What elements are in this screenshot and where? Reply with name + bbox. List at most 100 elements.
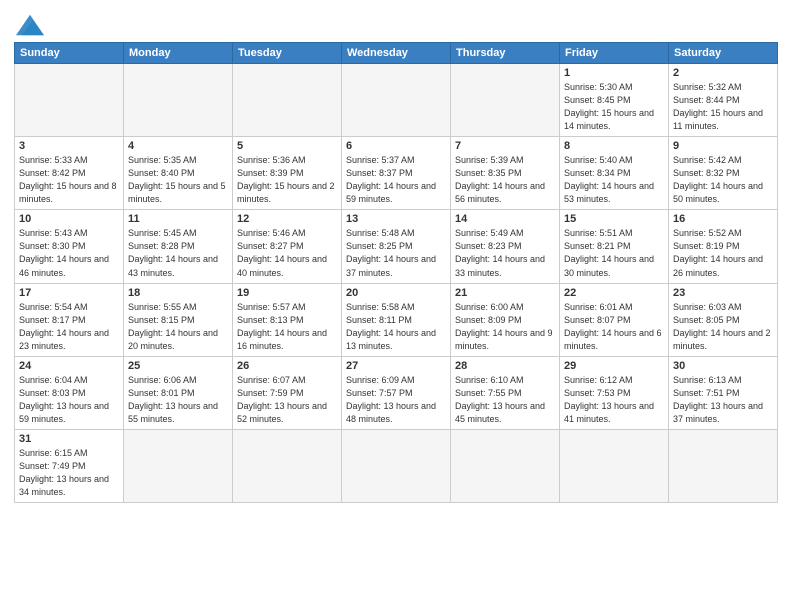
day-info: Sunrise: 6:07 AMSunset: 7:59 PMDaylight:… <box>237 374 337 426</box>
day-info: Sunrise: 5:32 AMSunset: 8:44 PMDaylight:… <box>673 81 773 133</box>
day-info: Sunrise: 6:15 AMSunset: 7:49 PMDaylight:… <box>19 447 119 499</box>
day-number: 28 <box>455 360 555 372</box>
day-info: Sunrise: 5:39 AMSunset: 8:35 PMDaylight:… <box>455 154 555 206</box>
calendar-cell: 19Sunrise: 5:57 AMSunset: 8:13 PMDayligh… <box>233 283 342 356</box>
logo <box>14 14 44 36</box>
weekday-header-row: SundayMondayTuesdayWednesdayThursdayFrid… <box>15 43 778 64</box>
calendar-cell: 30Sunrise: 6:13 AMSunset: 7:51 PMDayligh… <box>669 356 778 429</box>
day-number: 4 <box>128 140 228 152</box>
day-number: 9 <box>673 140 773 152</box>
calendar-cell: 7 Sunrise: 5:39 AMSunset: 8:35 PMDaylight… <box>451 137 560 210</box>
day-number: 10 <box>19 213 119 225</box>
calendar-week-6: 31Sunrise: 6:15 AMSunset: 7:49 PMDayligh… <box>15 429 778 502</box>
day-info: Sunrise: 5:36 AMSunset: 8:39 PMDaylight:… <box>237 154 337 206</box>
day-number: 16 <box>673 213 773 225</box>
day-info: Sunrise: 5:55 AMSunset: 8:15 PMDaylight:… <box>128 301 228 353</box>
calendar-cell: 20Sunrise: 5:58 AMSunset: 8:11 PMDayligh… <box>342 283 451 356</box>
day-number: 22 <box>564 287 664 299</box>
day-number: 25 <box>128 360 228 372</box>
header <box>14 10 778 36</box>
calendar-cell <box>124 64 233 137</box>
day-number: 15 <box>564 213 664 225</box>
day-number: 11 <box>128 213 228 225</box>
day-info: Sunrise: 5:40 AMSunset: 8:34 PMDaylight:… <box>564 154 664 206</box>
weekday-header-monday: Monday <box>124 43 233 64</box>
calendar-cell: 16 Sunrise: 5:52 AMSunset: 8:19 PMDayligh… <box>669 210 778 283</box>
calendar-cell <box>233 429 342 502</box>
calendar-cell: 1 Sunrise: 5:30 AMSunset: 8:45 PMDaylight… <box>560 64 669 137</box>
day-info: Sunrise: 5:43 AMSunset: 8:30 PMDaylight:… <box>19 227 119 279</box>
day-number: 5 <box>237 140 337 152</box>
day-number: 8 <box>564 140 664 152</box>
day-number: 13 <box>346 213 446 225</box>
day-info: Sunrise: 6:09 AMSunset: 7:57 PMDaylight:… <box>346 374 446 426</box>
calendar-cell <box>233 64 342 137</box>
day-info: Sunrise: 6:12 AMSunset: 7:53 PMDaylight:… <box>564 374 664 426</box>
calendar-cell: 8 Sunrise: 5:40 AMSunset: 8:34 PMDaylight… <box>560 137 669 210</box>
day-info: Sunrise: 6:04 AMSunset: 8:03 PMDaylight:… <box>19 374 119 426</box>
calendar-cell: 25 Sunrise: 6:06 AMSunset: 8:01 PMDayligh… <box>124 356 233 429</box>
day-info: Sunrise: 6:13 AMSunset: 7:51 PMDaylight:… <box>673 374 773 426</box>
day-number: 21 <box>455 287 555 299</box>
day-number: 20 <box>346 287 446 299</box>
day-info: Sunrise: 5:42 AMSunset: 8:32 PMDaylight:… <box>673 154 773 206</box>
calendar-cell: 26Sunrise: 6:07 AMSunset: 7:59 PMDayligh… <box>233 356 342 429</box>
calendar-cell: 21 Sunrise: 6:00 AMSunset: 8:09 PMDayligh… <box>451 283 560 356</box>
weekday-header-tuesday: Tuesday <box>233 43 342 64</box>
day-info: Sunrise: 5:30 AMSunset: 8:45 PMDaylight:… <box>564 81 664 133</box>
calendar-week-2: 3 Sunrise: 5:33 AMSunset: 8:42 PMDaylight… <box>15 137 778 210</box>
day-info: Sunrise: 6:06 AMSunset: 8:01 PMDaylight:… <box>128 374 228 426</box>
day-info: Sunrise: 5:46 AMSunset: 8:27 PMDaylight:… <box>237 227 337 279</box>
calendar-cell: 4 Sunrise: 5:35 AMSunset: 8:40 PMDaylight… <box>124 137 233 210</box>
day-info: Sunrise: 5:52 AMSunset: 8:19 PMDaylight:… <box>673 227 773 279</box>
weekday-header-wednesday: Wednesday <box>342 43 451 64</box>
calendar-cell <box>15 64 124 137</box>
day-number: 18 <box>128 287 228 299</box>
logo-icon <box>16 14 44 36</box>
day-number: 3 <box>19 140 119 152</box>
day-info: Sunrise: 5:57 AMSunset: 8:13 PMDaylight:… <box>237 301 337 353</box>
calendar-cell: 28 Sunrise: 6:10 AMSunset: 7:55 PMDayligh… <box>451 356 560 429</box>
day-number: 7 <box>455 140 555 152</box>
calendar-cell: 3 Sunrise: 5:33 AMSunset: 8:42 PMDaylight… <box>15 137 124 210</box>
calendar-cell: 22 Sunrise: 6:01 AMSunset: 8:07 PMDayligh… <box>560 283 669 356</box>
calendar-cell <box>669 429 778 502</box>
calendar-cell: 29 Sunrise: 6:12 AMSunset: 7:53 PMDayligh… <box>560 356 669 429</box>
calendar-cell: 9 Sunrise: 5:42 AMSunset: 8:32 PMDaylight… <box>669 137 778 210</box>
calendar-cell: 17 Sunrise: 5:54 AMSunset: 8:17 PMDayligh… <box>15 283 124 356</box>
day-number: 2 <box>673 67 773 79</box>
calendar-cell: 27 Sunrise: 6:09 AMSunset: 7:57 PMDayligh… <box>342 356 451 429</box>
day-info: Sunrise: 5:48 AMSunset: 8:25 PMDaylight:… <box>346 227 446 279</box>
day-info: Sunrise: 5:35 AMSunset: 8:40 PMDaylight:… <box>128 154 228 206</box>
calendar-cell: 23Sunrise: 6:03 AMSunset: 8:05 PMDayligh… <box>669 283 778 356</box>
calendar-week-1: 1 Sunrise: 5:30 AMSunset: 8:45 PMDaylight… <box>15 64 778 137</box>
day-info: Sunrise: 6:01 AMSunset: 8:07 PMDaylight:… <box>564 301 664 353</box>
day-number: 29 <box>564 360 664 372</box>
calendar-cell <box>124 429 233 502</box>
calendar-cell: 13 Sunrise: 5:48 AMSunset: 8:25 PMDayligh… <box>342 210 451 283</box>
day-number: 14 <box>455 213 555 225</box>
day-number: 1 <box>564 67 664 79</box>
calendar-week-4: 17 Sunrise: 5:54 AMSunset: 8:17 PMDayligh… <box>15 283 778 356</box>
day-info: Sunrise: 6:03 AMSunset: 8:05 PMDaylight:… <box>673 301 773 353</box>
day-info: Sunrise: 5:33 AMSunset: 8:42 PMDaylight:… <box>19 154 119 206</box>
calendar-cell <box>560 429 669 502</box>
day-info: Sunrise: 6:00 AMSunset: 8:09 PMDaylight:… <box>455 301 555 353</box>
day-number: 17 <box>19 287 119 299</box>
calendar-cell: 5 Sunrise: 5:36 AMSunset: 8:39 PMDaylight… <box>233 137 342 210</box>
calendar-cell <box>342 429 451 502</box>
calendar-cell: 18 Sunrise: 5:55 AMSunset: 8:15 PMDayligh… <box>124 283 233 356</box>
day-number: 6 <box>346 140 446 152</box>
day-number: 24 <box>19 360 119 372</box>
day-info: Sunrise: 6:10 AMSunset: 7:55 PMDaylight:… <box>455 374 555 426</box>
calendar-cell: 12Sunrise: 5:46 AMSunset: 8:27 PMDayligh… <box>233 210 342 283</box>
calendar-week-5: 24 Sunrise: 6:04 AMSunset: 8:03 PMDayligh… <box>15 356 778 429</box>
calendar-cell: 24 Sunrise: 6:04 AMSunset: 8:03 PMDayligh… <box>15 356 124 429</box>
calendar-cell: 10 Sunrise: 5:43 AMSunset: 8:30 PMDayligh… <box>15 210 124 283</box>
day-number: 27 <box>346 360 446 372</box>
day-info: Sunrise: 5:54 AMSunset: 8:17 PMDaylight:… <box>19 301 119 353</box>
weekday-header-saturday: Saturday <box>669 43 778 64</box>
calendar-cell <box>451 429 560 502</box>
calendar-cell <box>451 64 560 137</box>
day-info: Sunrise: 5:45 AMSunset: 8:28 PMDaylight:… <box>128 227 228 279</box>
